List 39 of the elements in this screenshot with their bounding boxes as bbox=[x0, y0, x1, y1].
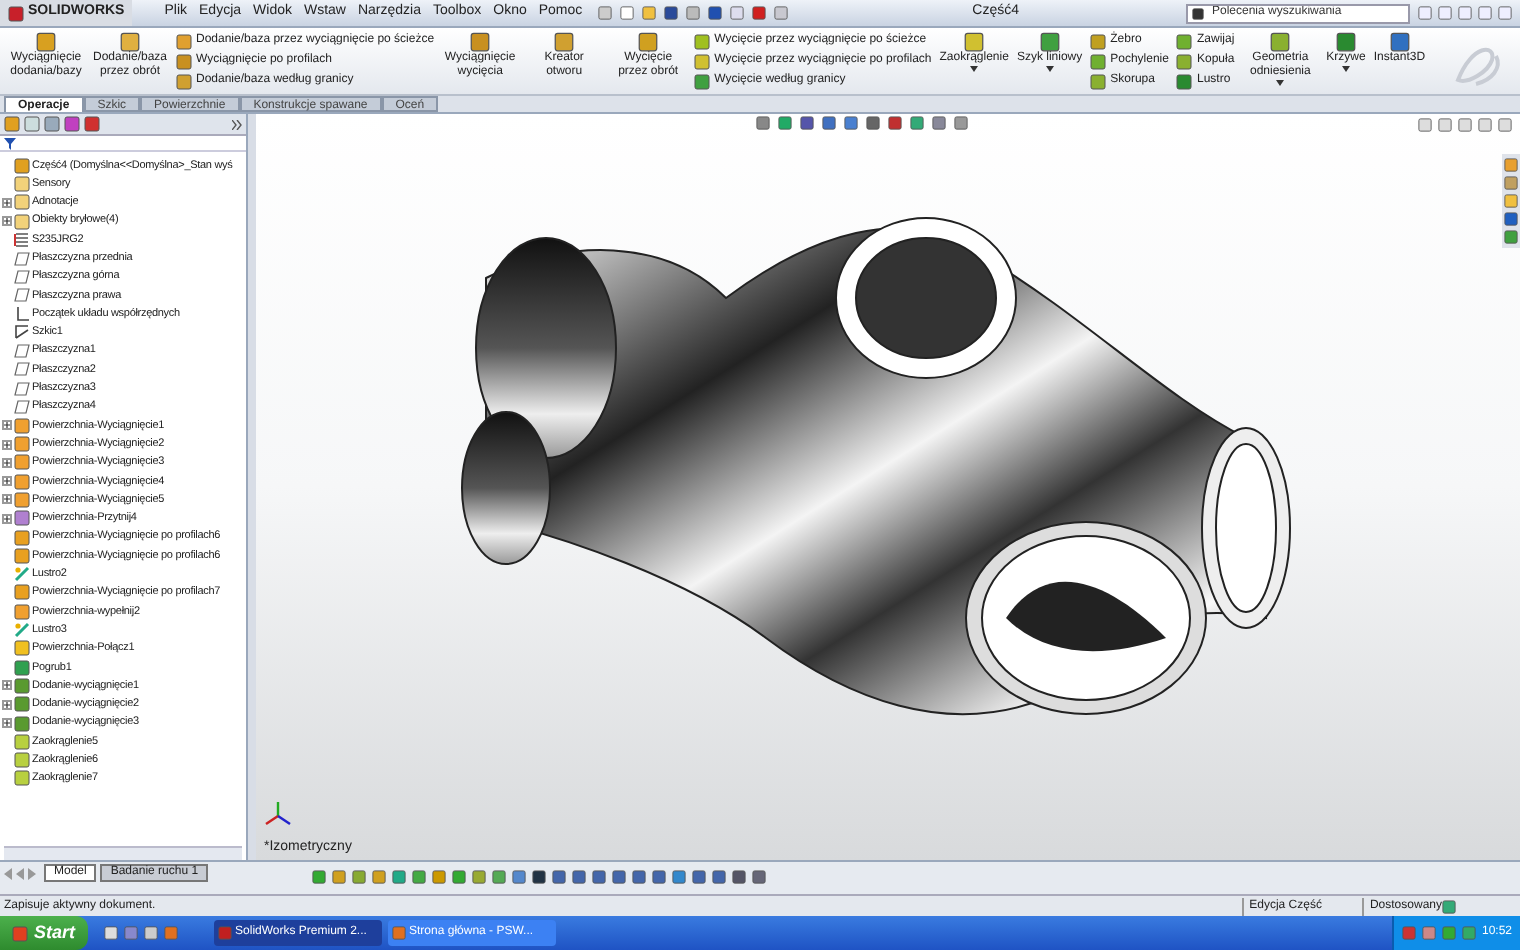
mirror-icon bbox=[14, 622, 30, 639]
feature-icon bbox=[638, 32, 659, 52]
logo-icon bbox=[8, 5, 24, 21]
caret-icon bbox=[970, 66, 979, 72]
expand-toggle[interactable] bbox=[1, 699, 11, 710]
expand-toggle[interactable] bbox=[1, 476, 11, 487]
expand-toggle[interactable] bbox=[1, 513, 11, 524]
tab-scroll-icon bbox=[4, 867, 40, 879]
expand-toggle[interactable] bbox=[1, 439, 11, 450]
material-icon bbox=[14, 231, 30, 248]
expand-toggle[interactable] bbox=[1, 457, 11, 468]
axis-triad-icon bbox=[264, 800, 292, 828]
expand-toggle[interactable] bbox=[1, 216, 11, 227]
caret-icon bbox=[1276, 80, 1285, 86]
caret-icon bbox=[1342, 66, 1350, 72]
chevron-icon bbox=[232, 119, 242, 129]
part-icon bbox=[14, 157, 30, 174]
feature-icon bbox=[120, 32, 140, 52]
caret-icon bbox=[1045, 66, 1054, 72]
expand-toggle[interactable] bbox=[1, 680, 11, 691]
app-icon bbox=[391, 926, 406, 940]
sketch-icon bbox=[14, 324, 30, 341]
mirror-icon bbox=[14, 566, 30, 583]
app-icon bbox=[217, 926, 232, 940]
feature-icon bbox=[554, 32, 575, 52]
expand-toggle[interactable] bbox=[1, 197, 11, 208]
feature-icon bbox=[470, 32, 491, 52]
feature-icon bbox=[1389, 32, 1410, 52]
feature-icon bbox=[964, 32, 985, 52]
expand-toggle[interactable] bbox=[1, 420, 11, 431]
axes-icon bbox=[14, 306, 30, 323]
feature-icon bbox=[1039, 32, 1060, 52]
feature-icon bbox=[36, 32, 56, 52]
feature-icon bbox=[1270, 32, 1291, 52]
expand-toggle[interactable] bbox=[1, 718, 11, 729]
feature-icon bbox=[1336, 32, 1356, 52]
scrollbar[interactable] bbox=[4, 846, 242, 860]
tool-icon bbox=[1442, 899, 1456, 913]
expand-toggle[interactable] bbox=[1, 494, 11, 505]
